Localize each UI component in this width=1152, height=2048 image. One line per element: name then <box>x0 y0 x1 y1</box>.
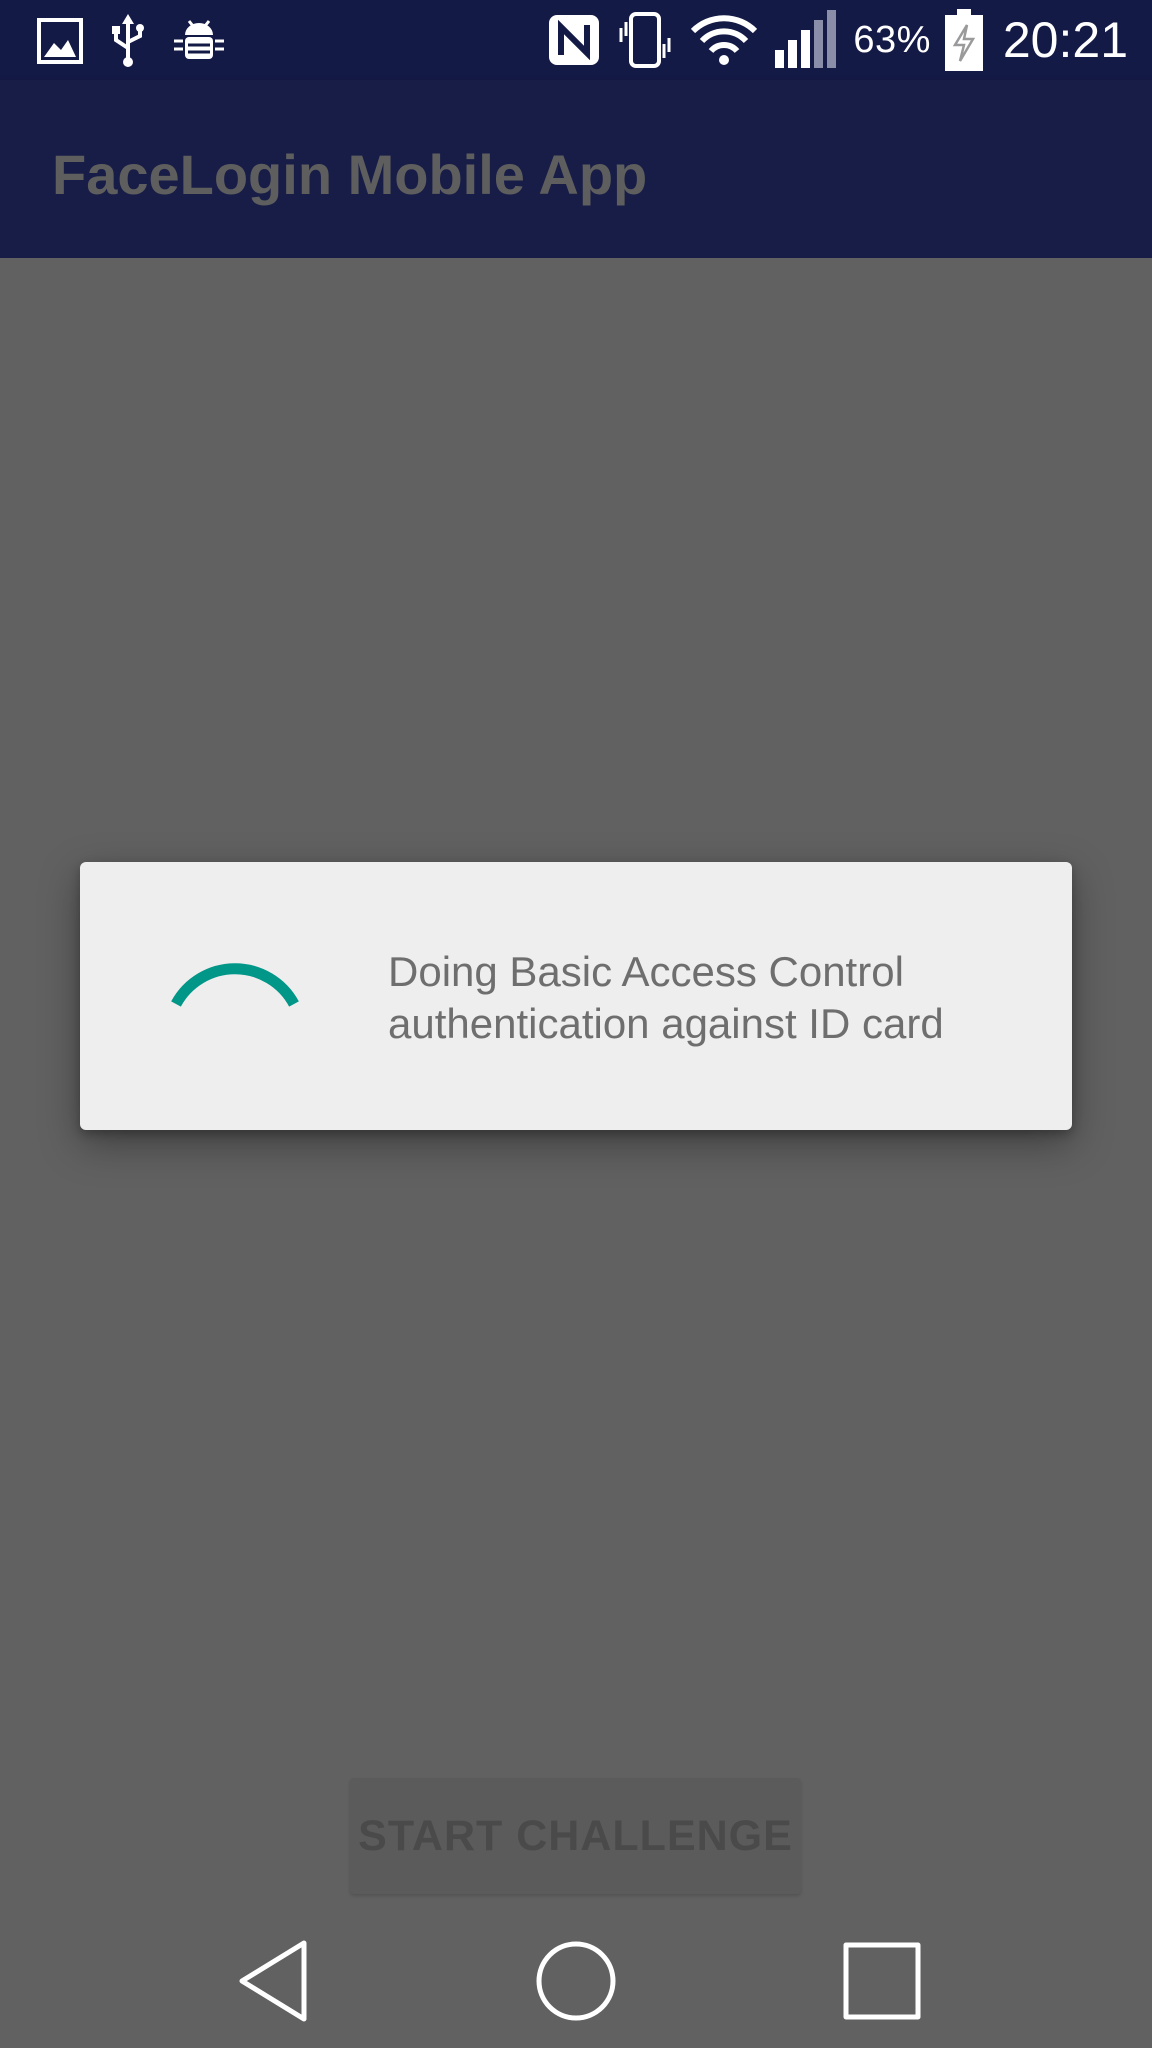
nfc-icon <box>547 13 601 67</box>
clock: 20:21 <box>1002 12 1128 68</box>
status-bar-notifications <box>36 14 226 68</box>
home-button[interactable] <box>526 1938 626 2028</box>
battery-charging-icon <box>944 9 983 71</box>
loading-spinner-icon <box>170 927 340 1007</box>
android-debug-icon <box>172 17 226 65</box>
image-icon <box>36 17 84 65</box>
back-button[interactable] <box>224 1938 324 2028</box>
app-bar: FaceLogin Mobile App <box>0 80 1152 258</box>
progress-dialog: Doing Basic Access Control authenticatio… <box>80 862 1072 1130</box>
status-bar-system: 63% 20:21 <box>547 8 1128 72</box>
app-title: FaceLogin Mobile App <box>52 143 648 206</box>
wifi-icon <box>689 13 759 67</box>
recents-button[interactable] <box>832 1938 932 2028</box>
vibrate-icon <box>615 10 675 70</box>
recents-icon <box>842 1941 922 2026</box>
back-icon <box>234 1939 314 2028</box>
home-icon <box>534 1939 618 2028</box>
status-bar: 63% 20:21 <box>0 0 1152 80</box>
battery-percent: 63% <box>853 19 931 61</box>
dialog-message: Doing Basic Access Control authenticatio… <box>388 948 944 1047</box>
signal-icon <box>773 10 839 70</box>
start-challenge-button[interactable]: START CHALLENGE <box>350 1778 801 1894</box>
navigation-bar <box>0 1916 1152 2048</box>
usb-icon <box>110 14 146 68</box>
